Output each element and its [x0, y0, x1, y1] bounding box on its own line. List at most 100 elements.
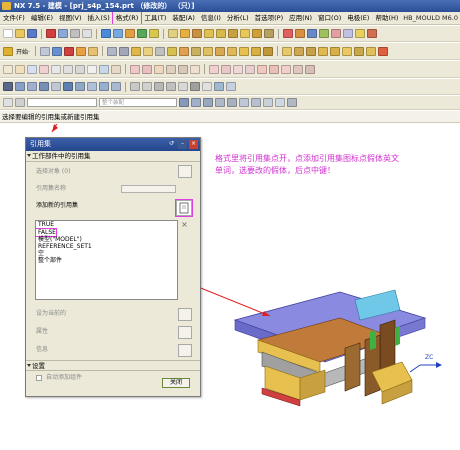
offset-curve-icon[interactable]	[111, 64, 121, 74]
hole-icon[interactable]	[137, 29, 147, 38]
edge-blend-icon[interactable]	[168, 29, 178, 38]
info-icon[interactable]	[178, 344, 192, 357]
thicken-icon[interactable]	[178, 46, 189, 56]
chamfer-icon[interactable]	[180, 29, 190, 38]
shaded-icon[interactable]	[63, 82, 73, 91]
nx-icon[interactable]	[214, 82, 224, 91]
fit-icon[interactable]	[3, 82, 13, 91]
snap-quadrant-icon[interactable]	[239, 98, 249, 107]
mirror-curve-icon[interactable]	[305, 64, 315, 74]
hide-icon[interactable]	[142, 82, 152, 91]
close-button[interactable]: 关闭	[162, 378, 190, 388]
mould-tool-4-icon[interactable]	[319, 29, 329, 38]
cut-icon[interactable]	[58, 29, 68, 38]
bridge-curve-icon[interactable]	[245, 64, 255, 74]
perspective-icon[interactable]	[51, 82, 61, 91]
mould-wizard-6-icon[interactable]	[341, 46, 352, 56]
auto-add-checkbox[interactable]	[36, 375, 42, 381]
menu-format[interactable]: 格式(R)	[111, 12, 143, 24]
list-item[interactable]: 空	[36, 250, 177, 257]
boss-icon[interactable]	[149, 29, 159, 38]
undo-icon[interactable]	[46, 29, 56, 38]
mould-tool-8-icon[interactable]	[367, 29, 377, 38]
list-item[interactable]: REFERENCE_SET1	[36, 243, 177, 250]
show-all-icon[interactable]	[154, 82, 164, 91]
snap-curve-icon[interactable]	[263, 98, 273, 107]
mould-wizard-9-icon[interactable]	[377, 46, 388, 56]
wcs-icon[interactable]	[202, 82, 212, 91]
info-row[interactable]: 信息	[26, 344, 200, 357]
datum-axis-icon[interactable]	[118, 46, 129, 56]
sphere-icon[interactable]	[87, 46, 98, 56]
menu-file[interactable]: 文件(F)	[0, 12, 28, 24]
layer-icon[interactable]	[111, 82, 121, 91]
mould-wizard-3-icon[interactable]	[305, 46, 316, 56]
mould-tool-3-icon[interactable]	[307, 29, 317, 38]
orient-view-icon[interactable]	[87, 82, 97, 91]
box-icon[interactable]	[51, 46, 62, 56]
text-icon[interactable]	[87, 64, 97, 74]
select-icon[interactable]	[3, 98, 13, 107]
trim-body-icon[interactable]	[216, 29, 226, 38]
clip-section-icon[interactable]	[99, 82, 109, 91]
analysis-icon[interactable]	[226, 82, 236, 91]
shell-icon[interactable]	[192, 29, 202, 38]
menu-edit[interactable]: 编辑(E)	[28, 12, 56, 24]
arc-icon[interactable]	[15, 64, 25, 74]
emboss-icon[interactable]	[238, 46, 249, 56]
paste-icon[interactable]	[82, 29, 92, 38]
line-icon[interactable]	[3, 64, 13, 74]
menu-help[interactable]: 帮助(H)	[372, 12, 401, 24]
split-body-icon[interactable]	[228, 29, 238, 38]
patch-icon[interactable]	[250, 46, 261, 56]
replace-face-icon[interactable]	[262, 46, 273, 56]
zoom-icon[interactable]	[15, 82, 25, 91]
offset-icon[interactable]	[202, 46, 213, 56]
new-icon[interactable]	[3, 29, 13, 38]
point-icon[interactable]	[51, 64, 61, 74]
offset-face-icon[interactable]	[240, 29, 250, 38]
snap-point-icon[interactable]	[179, 98, 189, 107]
mould-tool-2-icon[interactable]	[295, 29, 305, 38]
section-curve-icon[interactable]	[233, 64, 243, 74]
list-item-selected[interactable]: FALSE	[35, 228, 57, 237]
mould-wizard-7-icon[interactable]	[353, 46, 364, 56]
mould-wizard-5-icon[interactable]	[329, 46, 340, 56]
snap-mid-icon[interactable]	[203, 98, 213, 107]
revolve-icon[interactable]	[125, 29, 135, 38]
mould-wizard-4-icon[interactable]	[317, 46, 328, 56]
isoparametric-icon[interactable]	[293, 64, 303, 74]
start-menu-button[interactable]: 开始·	[15, 47, 31, 56]
mould-wizard-1-icon[interactable]	[281, 46, 292, 56]
snap-control-icon[interactable]	[287, 98, 297, 107]
section-settings[interactable]: 设置	[26, 360, 200, 371]
snap-end-icon[interactable]	[191, 98, 201, 107]
open-icon[interactable]	[15, 29, 25, 38]
circle-icon[interactable]	[27, 64, 37, 74]
close-icon[interactable]: ×	[189, 140, 198, 149]
set-current-icon[interactable]	[178, 308, 192, 321]
measure-icon[interactable]	[190, 82, 200, 91]
refset-name-input[interactable]	[121, 185, 176, 193]
subtract-icon[interactable]	[142, 46, 153, 56]
menu-analysis[interactable]: 分析(L)	[224, 12, 252, 24]
rotate-view-icon[interactable]	[39, 82, 49, 91]
wireframe-icon[interactable]	[75, 82, 85, 91]
invert-show-icon[interactable]	[166, 82, 176, 91]
copy-icon[interactable]	[70, 29, 80, 38]
refset-list[interactable]: TRUE FALSE 模型("MODEL") REFERENCE_SET1 空 …	[35, 220, 178, 300]
menu-electrode[interactable]: 电极(E)	[344, 12, 372, 24]
snap-face-icon[interactable]	[275, 98, 285, 107]
save-icon[interactable]	[27, 29, 37, 38]
scope-filter-dropdown[interactable]: 整个装配	[99, 98, 177, 107]
unite-icon[interactable]	[130, 46, 141, 56]
type-filter-dropdown[interactable]	[27, 98, 97, 107]
menu-application[interactable]: 应用(N)	[286, 12, 315, 24]
select-object-icon[interactable]	[178, 165, 192, 178]
menu-window[interactable]: 窗口(O)	[315, 12, 344, 24]
menu-tools[interactable]: 工具(T)	[141, 12, 169, 24]
sketch-icon[interactable]	[101, 29, 111, 38]
type-filter-icon[interactable]	[15, 98, 25, 107]
wrap-curve-icon[interactable]	[281, 64, 291, 74]
polygon-icon[interactable]	[75, 64, 85, 74]
